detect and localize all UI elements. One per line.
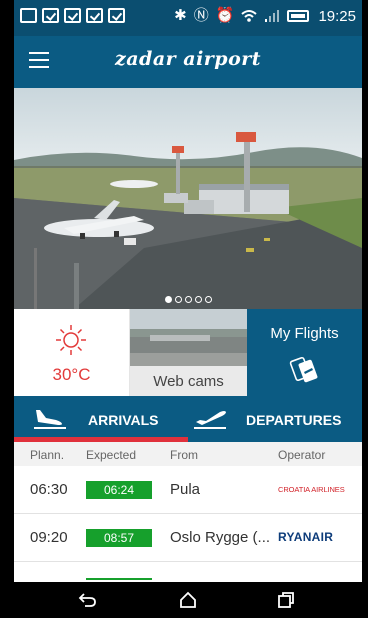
clipboard-check-icon <box>86 8 103 23</box>
tab-departures-label: DEPARTURES <box>246 412 342 428</box>
flight-tabs: ARRIVALS DEPARTURES <box>14 396 362 442</box>
arrivals-list: 06:30 06:24 Pula CROATIA AIRLINES 09:20 … <box>14 466 362 580</box>
tab-arrivals-label: ARRIVALS <box>88 412 159 428</box>
battery-icon <box>287 10 310 22</box>
webcam-thumbnail <box>130 309 247 366</box>
carousel-dot[interactable] <box>174 296 182 303</box>
plane-landing-icon <box>34 410 66 429</box>
tab-departures[interactable]: DEPARTURES <box>188 396 362 442</box>
header-expected: Expected <box>86 448 137 462</box>
webcam-tile[interactable]: Web cams <box>130 309 247 396</box>
sun-icon <box>56 325 86 355</box>
table-row[interactable]: 09:20 08:57 Oslo Rygge (... RYANAIR <box>14 514 362 562</box>
nfc-icon: Ⓝ <box>193 7 209 24</box>
image-icon <box>20 8 37 23</box>
table-row[interactable]: 06:30 06:24 Pula CROATIA AIRLINES <box>14 466 362 514</box>
carousel-dot[interactable] <box>194 296 202 303</box>
status-bar: ✱ Ⓝ ⏰ 19:25 <box>14 0 362 36</box>
airport-photo <box>14 88 362 309</box>
airport-photo-carousel[interactable] <box>14 88 362 309</box>
back-icon[interactable] <box>78 590 98 610</box>
temperature: 30°C <box>52 365 91 384</box>
header-operator: Operator <box>278 448 326 462</box>
bluetooth-icon: ✱ <box>174 7 187 24</box>
my-flights-tile[interactable]: My Flights <box>247 309 362 396</box>
table-row-partial[interactable] <box>14 562 362 580</box>
system-nav-bar <box>14 582 362 618</box>
carousel-indicator <box>14 296 362 303</box>
signal-icon <box>265 10 280 22</box>
tab-arrivals[interactable]: ARRIVALS <box>14 396 188 442</box>
screen: ✱ Ⓝ ⏰ 19:25 zadar airport 30°C Web cams … <box>14 0 362 618</box>
planned-time: 09:20 <box>30 529 68 546</box>
clipboard-check-icon <box>64 8 81 23</box>
app-title: zadar airport <box>114 48 262 70</box>
carousel-dot[interactable] <box>204 296 212 303</box>
expected-time-badge: 06:24 <box>86 481 152 499</box>
operator-logo: CROATIA AIRLINES <box>278 485 345 494</box>
header-planned: Plann. <box>30 448 65 462</box>
alarm-icon: ⏰ <box>215 7 235 24</box>
wifi-icon <box>241 10 258 22</box>
carousel-dot[interactable] <box>184 296 192 303</box>
home-icon[interactable] <box>178 590 198 610</box>
clock: 19:25 <box>318 7 356 25</box>
phone-frame: ✱ Ⓝ ⏰ 19:25 zadar airport 30°C Web cams … <box>0 0 368 618</box>
carousel-dot[interactable] <box>164 296 172 303</box>
expected-time-badge: 08:57 <box>86 529 152 547</box>
planned-time: 06:30 <box>30 481 68 498</box>
my-flights-label: My Flights <box>270 325 339 342</box>
origin-city: Pula <box>170 481 201 498</box>
expected-time-badge <box>86 578 152 580</box>
app-bar: zadar airport <box>14 36 362 88</box>
weather-tile[interactable]: 30°C <box>14 309 130 396</box>
webcam-label: Web cams <box>153 373 224 390</box>
plane-takeoff-icon <box>194 411 226 429</box>
operator-logo: RYANAIR <box>278 530 334 544</box>
quick-tiles: 30°C Web cams My Flights <box>14 309 362 396</box>
recents-icon[interactable] <box>276 590 296 610</box>
header-from: From <box>170 448 198 462</box>
clipboard-check-icon <box>108 8 125 23</box>
clipboard-check-icon <box>42 8 59 23</box>
table-header: Plann. Expected From Operator <box>14 442 362 466</box>
boarding-pass-icon <box>289 356 318 383</box>
origin-city: Oslo Rygge (... <box>170 529 271 546</box>
